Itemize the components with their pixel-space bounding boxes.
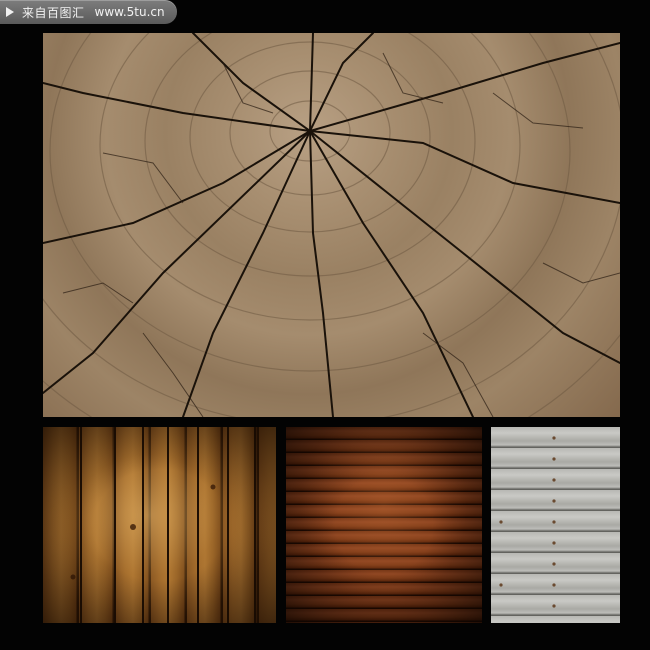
vertical-planks-grain-svg: [70, 427, 256, 623]
vertical-plank-seams: [80, 427, 256, 623]
horizontal-wood-planks-photo: [286, 427, 482, 623]
grey-planks-nails-svg: [499, 436, 556, 608]
stump-rings: [43, 33, 620, 417]
vertical-plank-knots: [70, 484, 216, 580]
grey-weathered-planks-photo: [491, 427, 620, 623]
watermark-tag: 来自百图汇 www.5tu.cn: [0, 0, 177, 24]
stump-texture-svg: [43, 33, 620, 417]
stump-fine-cracks: [62, 52, 620, 417]
play-arrow-icon: [6, 7, 14, 17]
stump-cracks: [43, 33, 620, 417]
vertical-wood-planks-photo: [43, 427, 276, 623]
image-canvas: 来自百图汇 www.5tu.cn: [0, 0, 650, 650]
grey-plank-nails: [499, 436, 556, 608]
tree-stump-rings-photo: [43, 33, 620, 417]
watermark-site-name: 来自百图汇: [22, 5, 85, 20]
watermark-url: www.5tu.cn: [94, 5, 165, 19]
